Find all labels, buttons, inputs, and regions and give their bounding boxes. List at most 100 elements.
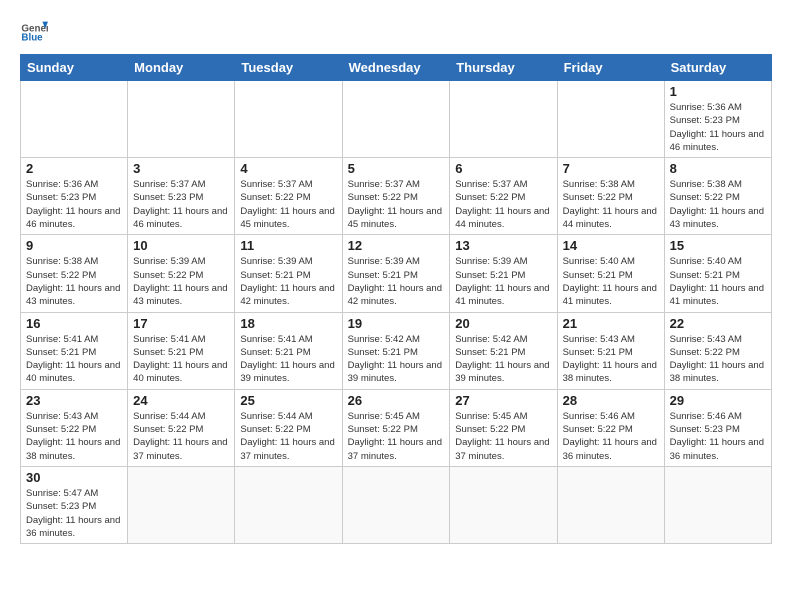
calendar-table: SundayMondayTuesdayWednesdayThursdayFrid… <box>20 54 772 544</box>
day-info: Sunrise: 5:45 AM Sunset: 5:22 PM Dayligh… <box>455 410 551 463</box>
day-number: 12 <box>348 238 445 253</box>
calendar-cell: 12 Sunrise: 5:39 AM Sunset: 5:21 PM Dayli… <box>342 235 450 312</box>
day-info: Sunrise: 5:42 AM Sunset: 5:21 PM Dayligh… <box>455 333 551 386</box>
day-info: Sunrise: 5:37 AM Sunset: 5:22 PM Dayligh… <box>240 178 336 231</box>
calendar-cell: 23 Sunrise: 5:43 AM Sunset: 5:22 PM Dayli… <box>21 389 128 466</box>
calendar-cell: 5 Sunrise: 5:37 AM Sunset: 5:22 PM Daylig… <box>342 158 450 235</box>
logo: General Blue <box>20 16 48 44</box>
day-info: Sunrise: 5:44 AM Sunset: 5:22 PM Dayligh… <box>133 410 229 463</box>
calendar-cell: 28Sunrise: 5:46 AM Sunset: 5:22 PM Dayli… <box>557 389 664 466</box>
day-number: 20 <box>455 316 551 331</box>
day-number: 22 <box>670 316 766 331</box>
calendar-cell: 18Sunrise: 5:41 AM Sunset: 5:21 PM Dayli… <box>235 312 342 389</box>
calendar-cell: 3Sunrise: 5:37 AM Sunset: 5:23 PM Daylig… <box>128 158 235 235</box>
calendar-cell: 16 Sunrise: 5:41 AM Sunset: 5:21 PM Dayli… <box>21 312 128 389</box>
day-info: Sunrise: 5:43 AM Sunset: 5:21 PM Dayligh… <box>563 333 659 386</box>
calendar-cell <box>664 466 771 543</box>
day-number: 8 <box>670 161 766 176</box>
day-info: Sunrise: 5:43 AM Sunset: 5:22 PM Dayligh… <box>26 410 122 463</box>
calendar-cell: 11 Sunrise: 5:39 AM Sunset: 5:21 PM Dayli… <box>235 235 342 312</box>
day-info: Sunrise: 5:41 AM Sunset: 5:21 PM Dayligh… <box>133 333 229 386</box>
day-number: 26 <box>348 393 445 408</box>
day-number: 13 <box>455 238 551 253</box>
day-info: Sunrise: 5:37 AM Sunset: 5:22 PM Dayligh… <box>348 178 445 231</box>
day-number: 6 <box>455 161 551 176</box>
day-info: Sunrise: 5:36 AM Sunset: 5:23 PM Dayligh… <box>670 101 766 154</box>
day-number: 3 <box>133 161 229 176</box>
calendar-week-5: 23 Sunrise: 5:43 AM Sunset: 5:22 PM Dayli… <box>21 389 772 466</box>
day-info: Sunrise: 5:47 AM Sunset: 5:23 PM Dayligh… <box>26 487 122 540</box>
day-number: 16 <box>26 316 122 331</box>
weekday-sunday: Sunday <box>21 55 128 81</box>
calendar-cell <box>557 466 664 543</box>
calendar-cell <box>450 466 557 543</box>
calendar-cell: 21 Sunrise: 5:43 AM Sunset: 5:21 PM Dayli… <box>557 312 664 389</box>
calendar-cell: 29Sunrise: 5:46 AM Sunset: 5:23 PM Dayli… <box>664 389 771 466</box>
day-info: Sunrise: 5:39 AM Sunset: 5:21 PM Dayligh… <box>240 255 336 308</box>
calendar-cell <box>128 81 235 158</box>
calendar-cell: 14Sunrise: 5:40 AM Sunset: 5:21 PM Dayli… <box>557 235 664 312</box>
day-info: Sunrise: 5:39 AM Sunset: 5:21 PM Dayligh… <box>348 255 445 308</box>
calendar-cell <box>235 81 342 158</box>
day-info: Sunrise: 5:38 AM Sunset: 5:22 PM Dayligh… <box>26 255 122 308</box>
day-number: 21 <box>563 316 659 331</box>
calendar-week-3: 9 Sunrise: 5:38 AM Sunset: 5:22 PM Daylig… <box>21 235 772 312</box>
calendar-week-6: 30 Sunrise: 5:47 AM Sunset: 5:23 PM Dayli… <box>21 466 772 543</box>
day-number: 17 <box>133 316 229 331</box>
weekday-tuesday: Tuesday <box>235 55 342 81</box>
calendar-cell: 20 Sunrise: 5:42 AM Sunset: 5:21 PM Dayli… <box>450 312 557 389</box>
day-info: Sunrise: 5:39 AM Sunset: 5:22 PM Dayligh… <box>133 255 229 308</box>
weekday-wednesday: Wednesday <box>342 55 450 81</box>
calendar-week-2: 2 Sunrise: 5:36 AM Sunset: 5:23 PM Daylig… <box>21 158 772 235</box>
calendar-cell: 24Sunrise: 5:44 AM Sunset: 5:22 PM Dayli… <box>128 389 235 466</box>
calendar-cell <box>450 81 557 158</box>
day-info: Sunrise: 5:41 AM Sunset: 5:21 PM Dayligh… <box>240 333 336 386</box>
calendar-cell: 2 Sunrise: 5:36 AM Sunset: 5:23 PM Daylig… <box>21 158 128 235</box>
calendar-body: 1 Sunrise: 5:36 AM Sunset: 5:23 PM Daylig… <box>21 81 772 544</box>
day-info: Sunrise: 5:44 AM Sunset: 5:22 PM Dayligh… <box>240 410 336 463</box>
day-number: 25 <box>240 393 336 408</box>
day-number: 2 <box>26 161 122 176</box>
day-info: Sunrise: 5:38 AM Sunset: 5:22 PM Dayligh… <box>670 178 766 231</box>
day-number: 30 <box>26 470 122 485</box>
day-number: 27 <box>455 393 551 408</box>
calendar-cell: 8 Sunrise: 5:38 AM Sunset: 5:22 PM Daylig… <box>664 158 771 235</box>
calendar-cell <box>557 81 664 158</box>
day-number: 1 <box>670 84 766 99</box>
day-number: 11 <box>240 238 336 253</box>
day-info: Sunrise: 5:36 AM Sunset: 5:23 PM Dayligh… <box>26 178 122 231</box>
weekday-monday: Monday <box>128 55 235 81</box>
day-number: 14 <box>563 238 659 253</box>
day-number: 5 <box>348 161 445 176</box>
calendar-week-4: 16 Sunrise: 5:41 AM Sunset: 5:21 PM Dayli… <box>21 312 772 389</box>
svg-text:Blue: Blue <box>21 33 43 44</box>
calendar-week-1: 1 Sunrise: 5:36 AM Sunset: 5:23 PM Daylig… <box>21 81 772 158</box>
calendar-cell: 25 Sunrise: 5:44 AM Sunset: 5:22 PM Dayli… <box>235 389 342 466</box>
day-info: Sunrise: 5:42 AM Sunset: 5:21 PM Dayligh… <box>348 333 445 386</box>
calendar-cell: 7Sunrise: 5:38 AM Sunset: 5:22 PM Daylig… <box>557 158 664 235</box>
calendar-cell <box>21 81 128 158</box>
day-number: 23 <box>26 393 122 408</box>
day-info: Sunrise: 5:46 AM Sunset: 5:22 PM Dayligh… <box>563 410 659 463</box>
calendar-cell <box>342 81 450 158</box>
day-info: Sunrise: 5:41 AM Sunset: 5:21 PM Dayligh… <box>26 333 122 386</box>
calendar-cell: 6 Sunrise: 5:37 AM Sunset: 5:22 PM Daylig… <box>450 158 557 235</box>
calendar-cell: 27 Sunrise: 5:45 AM Sunset: 5:22 PM Dayli… <box>450 389 557 466</box>
day-number: 9 <box>26 238 122 253</box>
calendar-cell <box>342 466 450 543</box>
day-info: Sunrise: 5:40 AM Sunset: 5:21 PM Dayligh… <box>670 255 766 308</box>
day-number: 10 <box>133 238 229 253</box>
day-number: 29 <box>670 393 766 408</box>
logo-icon: General Blue <box>20 16 48 44</box>
calendar-cell: 4 Sunrise: 5:37 AM Sunset: 5:22 PM Daylig… <box>235 158 342 235</box>
calendar-cell: 30 Sunrise: 5:47 AM Sunset: 5:23 PM Dayli… <box>21 466 128 543</box>
calendar-cell: 10 Sunrise: 5:39 AM Sunset: 5:22 PM Dayli… <box>128 235 235 312</box>
day-number: 4 <box>240 161 336 176</box>
calendar-cell: 15Sunrise: 5:40 AM Sunset: 5:21 PM Dayli… <box>664 235 771 312</box>
calendar-cell: 9 Sunrise: 5:38 AM Sunset: 5:22 PM Daylig… <box>21 235 128 312</box>
calendar-cell <box>128 466 235 543</box>
day-info: Sunrise: 5:37 AM Sunset: 5:22 PM Dayligh… <box>455 178 551 231</box>
calendar-cell: 22Sunrise: 5:43 AM Sunset: 5:22 PM Dayli… <box>664 312 771 389</box>
weekday-thursday: Thursday <box>450 55 557 81</box>
calendar-cell: 26Sunrise: 5:45 AM Sunset: 5:22 PM Dayli… <box>342 389 450 466</box>
